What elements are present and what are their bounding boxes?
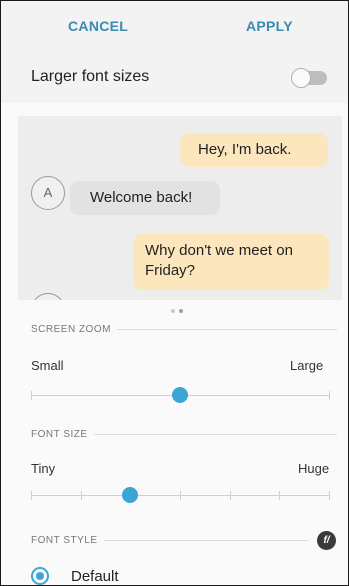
section-divider bbox=[94, 434, 337, 435]
font-size-header: FONT SIZE bbox=[31, 429, 88, 440]
font-style-header: FONT STYLE bbox=[31, 535, 98, 546]
page-dot bbox=[171, 309, 175, 313]
larger-font-sizes-row[interactable]: Larger font sizes bbox=[1, 49, 348, 103]
slider-tick bbox=[80, 491, 82, 500]
chat-preview: Hey, I'm back. A Welcome back! Why don't… bbox=[18, 116, 342, 300]
slider-tick bbox=[31, 391, 32, 400]
slider-tick bbox=[31, 491, 32, 500]
larger-font-sizes-label: Larger font sizes bbox=[31, 68, 150, 85]
screen-zoom-header: SCREEN ZOOM bbox=[31, 324, 111, 335]
action-bar: CANCEL APPLY bbox=[1, 1, 348, 49]
font-download-icon[interactable]: f/ bbox=[317, 531, 336, 550]
screen-zoom-thumb[interactable] bbox=[172, 387, 188, 403]
larger-font-sizes-toggle[interactable] bbox=[291, 68, 327, 88]
section-divider bbox=[104, 540, 308, 541]
apply-button[interactable]: APPLY bbox=[246, 18, 293, 34]
section-divider bbox=[117, 329, 337, 330]
font-size-thumb[interactable] bbox=[122, 487, 139, 503]
font-style-radio-default[interactable] bbox=[31, 567, 49, 585]
contact-avatar: A bbox=[31, 176, 65, 210]
toggle-knob bbox=[291, 68, 311, 88]
slider-tick bbox=[180, 491, 181, 500]
screen-zoom-min-label: Small bbox=[31, 358, 64, 373]
cancel-button[interactable]: CANCEL bbox=[68, 18, 128, 34]
font-size-max-label: Huge bbox=[298, 461, 330, 476]
contact-avatar bbox=[31, 293, 65, 300]
message-bubble-received: Welcome back! bbox=[70, 181, 220, 215]
font-style-option-default[interactable]: Default bbox=[71, 568, 119, 585]
slider-tick bbox=[329, 491, 330, 500]
slider-tick bbox=[329, 391, 330, 400]
screen-zoom-max-label: Large bbox=[290, 358, 324, 373]
slider-tick bbox=[279, 491, 281, 500]
slider-tick bbox=[229, 491, 231, 500]
display-settings-screen: CANCEL APPLY Larger font sizes Hey, I'm … bbox=[0, 0, 349, 586]
font-size-min-label: Tiny bbox=[31, 461, 56, 476]
message-bubble-sent: Why don't we meet on Friday? bbox=[133, 234, 329, 290]
message-bubble-sent: Hey, I'm back. bbox=[180, 133, 328, 167]
radio-selected-dot bbox=[36, 572, 44, 580]
page-dot-active bbox=[179, 309, 183, 313]
preview-page-indicator bbox=[171, 309, 191, 315]
